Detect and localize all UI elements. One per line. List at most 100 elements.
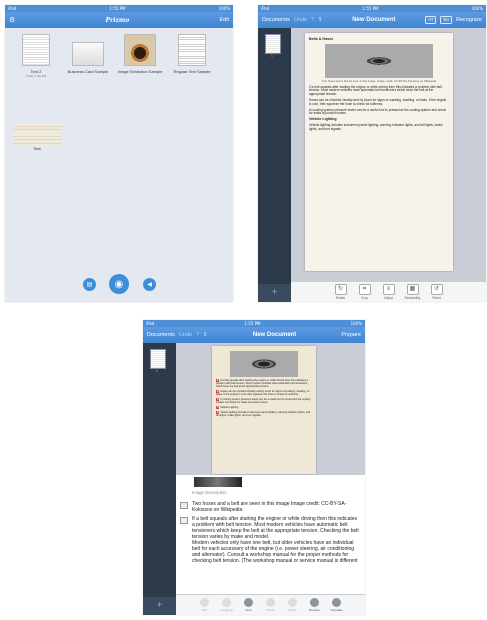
page-sidebar: 1 + xyxy=(143,343,176,615)
text-icon xyxy=(200,598,209,607)
doc-paragraph: 2 If a belt squeals after starting the e… xyxy=(216,379,312,388)
scanned-page[interactable]: Belts & Hoses Two hoses and a belt as se… xyxy=(305,33,453,271)
zone-text: Vehicle lighting includes instrument pan… xyxy=(216,411,311,417)
text-size-button[interactable]: AT xyxy=(425,16,437,24)
nav-bar: ⚙ Prizmo Edit xyxy=(5,12,233,28)
reset-button[interactable]: ↺ Reset xyxy=(429,284,445,300)
tool-label: Auto xyxy=(245,608,252,612)
translate-button[interactable]: Translate xyxy=(329,598,345,612)
text-block[interactable]: If a belt squeals after starting the eng… xyxy=(180,516,361,564)
tool-label: Language xyxy=(219,608,234,612)
clock-label: 1:55 PM xyxy=(362,6,379,11)
document-title: Regular Text Sample xyxy=(173,69,211,74)
language-button[interactable]: Language xyxy=(219,598,235,612)
share-icon[interactable]: ⇪ xyxy=(318,17,323,23)
reorder-button[interactable]: Reorder xyxy=(307,598,323,612)
delete-button[interactable]: Delete xyxy=(285,598,301,612)
translate-icon xyxy=(332,598,341,607)
tool-label: Reorder xyxy=(309,608,320,612)
document-item[interactable]: Business Card Sample xyxy=(65,34,111,78)
add-page-icon[interactable]: + xyxy=(258,284,291,302)
doc-photo xyxy=(230,351,298,377)
adjust-button[interactable]: ≡ Adjust xyxy=(381,284,397,300)
recognition-toolbar: Text Language Auto Picture Delete Reorde… xyxy=(176,594,365,615)
language-button[interactable]: En xyxy=(440,16,452,24)
page-number: 1 xyxy=(271,54,273,58)
recognized-text-pane[interactable]: Image Description Two hoses and a belt a… xyxy=(176,475,365,595)
doc-icon[interactable]: ▤ xyxy=(83,278,96,291)
undo-button[interactable]: Undo xyxy=(294,17,307,23)
readability-button[interactable]: ▦ Readability xyxy=(405,284,421,300)
status-bar: iPad 1:55 PM 100% xyxy=(143,320,365,327)
doc-paragraph: 5 Vehicle Lighting xyxy=(216,406,312,409)
adjust-icon: ≡ xyxy=(382,284,395,295)
zone-marker[interactable]: 5 xyxy=(216,406,220,409)
doc-paragraph: 6 Vehicle lighting includes instrument p… xyxy=(216,411,312,417)
share-icon[interactable]: ⇪ xyxy=(203,332,208,338)
zone-text: In cooling system pressure tester can be… xyxy=(216,398,311,404)
document-edit-screen: iPad 1:55 PM 100% Documents Undo ? ⇪ New… xyxy=(258,5,486,302)
undo-button[interactable]: Undo xyxy=(179,332,192,338)
text-block-icon xyxy=(180,502,188,509)
battery-label: 100% xyxy=(471,6,483,11)
document-title: New Document xyxy=(352,17,396,23)
image-description-row[interactable]: Image Description xyxy=(180,490,361,498)
recognize-button[interactable]: Recognize xyxy=(456,17,482,23)
document-thumbnail xyxy=(22,34,50,66)
reset-icon: ↺ xyxy=(430,284,443,295)
picture-button[interactable]: Picture xyxy=(263,598,279,612)
status-bar: iPad 1:55 PM 100% xyxy=(258,5,486,12)
text-block-content[interactable]: Two hoses and a belt are seen in this im… xyxy=(192,501,361,513)
note-title: Text xyxy=(33,146,41,151)
recognition-screen: iPad 1:55 PM 100% Documents Undo ? ⇪ New… xyxy=(143,320,365,615)
text-block[interactable]: Two hoses and a belt are seen in this im… xyxy=(180,501,361,513)
document-item[interactable]: Regular Text Sample xyxy=(169,34,215,78)
documents-button[interactable]: Documents xyxy=(262,17,290,23)
page-number: 1 xyxy=(156,369,158,373)
crop-button[interactable]: ⌗ Crop xyxy=(357,284,373,300)
gear-icon[interactable]: ⚙ xyxy=(9,16,15,24)
edit-toolbar: ↻ Rotate ⌗ Crop ≡ Adjust ▦ Readability ↺ Rese… xyxy=(291,281,486,302)
edit-button[interactable]: Edit xyxy=(220,17,229,23)
doc-paragraph: If a belt squeals after starting the eng… xyxy=(309,84,442,97)
readability-icon: ▦ xyxy=(406,284,419,295)
doc-paragraph: 3 Hoses can be checked visually and by t… xyxy=(216,390,312,396)
tool-label: Reset xyxy=(432,296,441,300)
tool-label: Rotate xyxy=(335,296,346,300)
text-block-content[interactable]: If a belt squeals after starting the eng… xyxy=(192,516,361,564)
language-icon xyxy=(222,598,231,607)
prepare-button[interactable]: Prepare xyxy=(341,332,361,338)
app-title: Prizmo xyxy=(105,16,130,24)
tool-label: Text xyxy=(201,608,208,612)
document-thumbnail xyxy=(72,42,104,66)
page-thumbnail[interactable] xyxy=(150,349,166,369)
camera-icon[interactable]: ◉ xyxy=(109,274,129,294)
tool-label: Translate xyxy=(330,608,343,612)
speaker-icon[interactable]: ◀ xyxy=(143,278,156,291)
document-title: Image Extraction Sample xyxy=(117,69,163,74)
documents-button[interactable]: Documents xyxy=(147,332,175,338)
carrier-label: iPad xyxy=(261,6,270,11)
auto-button[interactable]: Auto xyxy=(241,598,257,612)
document-date: Today, 1:49 PM xyxy=(25,74,47,78)
text-button[interactable]: Text xyxy=(197,598,213,612)
image-description-field[interactable]: Image Description xyxy=(192,490,227,498)
document-thumbnail xyxy=(178,34,206,66)
battery-label: 100% xyxy=(218,6,230,11)
help-icon[interactable]: ? xyxy=(196,332,199,338)
tool-label: Crop xyxy=(361,296,368,300)
picture-icon xyxy=(266,598,275,607)
doc-paragraph: 4 In cooling system pressure tester can … xyxy=(216,398,312,404)
add-page-icon[interactable]: + xyxy=(143,597,176,615)
document-item[interactable]: Image Extraction Sample xyxy=(117,34,163,78)
extracted-image[interactable] xyxy=(194,477,242,487)
help-icon[interactable]: ? xyxy=(311,17,314,23)
page-thumbnail[interactable] xyxy=(265,34,281,54)
page-canvas: 2 If a belt squeals after starting the e… xyxy=(176,343,365,475)
rotate-button[interactable]: ↻ Rotate xyxy=(333,284,349,300)
page-canvas: Belts & Hoses Two hoses and a belt as se… xyxy=(291,28,486,282)
document-item[interactable]: Text 2 Today, 1:49 PM xyxy=(13,34,59,78)
note-thumbnail[interactable] xyxy=(13,123,61,145)
scanned-page[interactable]: 2 If a belt squeals after starting the e… xyxy=(212,346,316,474)
auto-icon xyxy=(244,598,253,607)
